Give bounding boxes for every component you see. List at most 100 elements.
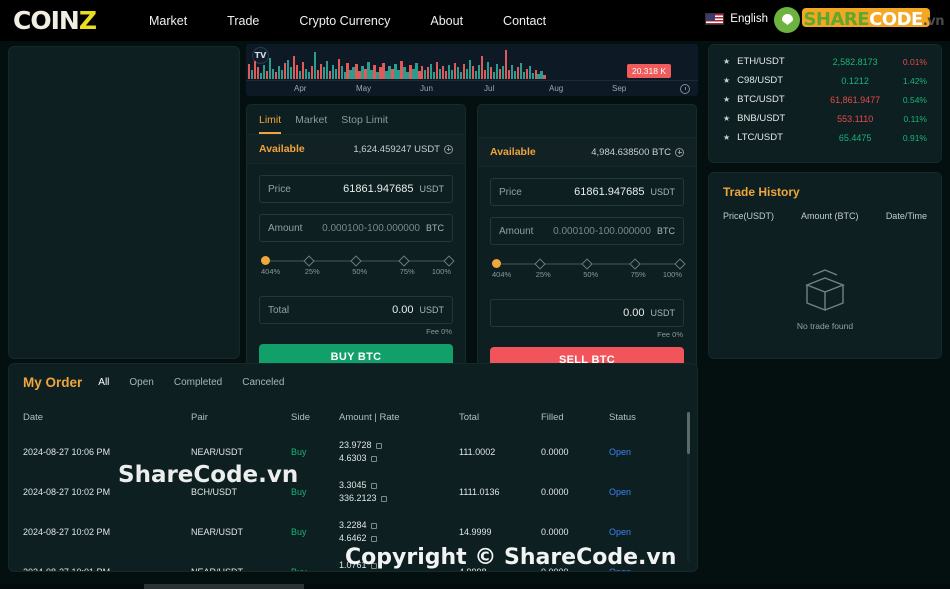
copy-icon[interactable] — [370, 522, 377, 529]
copy-icon[interactable] — [370, 535, 377, 542]
favorite-star-icon[interactable]: ★ — [723, 114, 730, 123]
copy-icon[interactable] — [380, 495, 387, 502]
table-row[interactable]: 2024-08-27 10:01 PMNEAR/USDTBuy1.07614.6… — [9, 552, 697, 571]
price-chart[interactable]: TV 20.318 K Apr May Jun Jul Aug Sep — [246, 44, 698, 96]
order-total: 14.9999 — [459, 527, 492, 538]
ticker-row[interactable]: ★ ETH/USDT 2,582.8173 0.01% — [709, 52, 941, 71]
th-date: Date — [23, 412, 44, 423]
axis-tick-sep: Sep — [612, 84, 627, 93]
buy-amount-field[interactable]: Amount 0.000100-100.000000 BTC — [259, 214, 453, 242]
buy-percent-slider[interactable]: 404% 25% 50% 75% 100% — [261, 254, 455, 276]
nav-item-crypto-currency[interactable]: Crypto Currency — [299, 14, 390, 28]
buy-amount-input[interactable]: 0.000100-100.000000 — [302, 223, 420, 234]
axis-tick-jul: Jul — [484, 84, 495, 93]
order-total: 1111.0136 — [459, 487, 500, 498]
table-row[interactable]: 2024-08-27 10:02 PM NEAR/USDT Buy 3.2284 4.6… — [9, 512, 697, 552]
favorite-star-icon[interactable]: ★ — [723, 133, 730, 142]
order-status[interactable]: Open — [609, 472, 697, 512]
ticker-row[interactable]: ★ BTC/USDT 61,861.9477 0.54% — [709, 90, 941, 109]
favorite-star-icon[interactable]: ★ — [723, 76, 730, 85]
buy-slider-handle[interactable] — [261, 256, 270, 265]
sell-price-field[interactable]: Price 61861.947685 USDT — [490, 178, 684, 206]
my-orders-panel: My Order All Open Completed Canceled Dat… — [8, 363, 698, 572]
buy-slider-mark-25[interactable] — [303, 254, 315, 267]
language-label: English — [730, 13, 768, 25]
orders-scrollbar[interactable] — [687, 412, 690, 562]
copy-icon[interactable] — [375, 442, 382, 449]
buy-price-field[interactable]: Price 61861.947685 USDT — [259, 175, 453, 203]
buy-total-field[interactable]: Total 0.00 USDT — [259, 296, 453, 324]
copy-icon[interactable] — [370, 482, 377, 489]
sell-slider-mark-25[interactable] — [534, 257, 546, 270]
nav-item-about[interactable]: About — [430, 14, 463, 28]
buy-slider-mark-50[interactable] — [350, 254, 362, 267]
th-amount-rate: Amount | Rate — [339, 412, 400, 423]
sell-slider-handle[interactable] — [492, 259, 501, 268]
filter-open[interactable]: Open — [129, 377, 153, 388]
buy-slider-label-75: 75% — [399, 267, 415, 276]
table-row[interactable]: 2024-08-27 10:06 PM NEAR/USDT Buy 23.9728 4.… — [9, 432, 697, 472]
axis-tick-apr: Apr — [294, 84, 307, 93]
sell-slider-mark-100[interactable] — [674, 257, 686, 270]
timezone-clock-icon[interactable] — [680, 84, 690, 94]
buy-total-input[interactable]: 0.00 — [289, 304, 413, 316]
order-amount: 3.3045 — [339, 479, 459, 492]
trade-center-column: TV 20.318 K Apr May Jun Jul Aug Sep Limi… — [246, 44, 698, 383]
add-funds-icon-sell[interactable] — [675, 147, 684, 157]
th-total: Total — [459, 412, 480, 423]
order-date: 2024-08-27 10:06 PM — [23, 447, 111, 458]
tab-market[interactable]: Market — [295, 114, 327, 134]
sell-percent-slider[interactable]: 404% 25% 50% 75% 100% — [492, 257, 686, 279]
order-pair: NEAR/USDT — [191, 447, 244, 458]
trade-history-panel: Trade History Price(USDT) Amount (BTC) D… — [708, 172, 942, 359]
axis-tick-jun: Jun — [420, 84, 433, 93]
main-navigation: Market Trade Crypto Currency About Conta… — [149, 14, 546, 28]
favorite-star-icon[interactable]: ★ — [723, 95, 730, 104]
sell-total-input[interactable]: 0.00 — [499, 307, 644, 319]
nav-item-market[interactable]: Market — [149, 14, 187, 28]
sell-price-input[interactable]: 61861.947685 — [522, 186, 644, 198]
order-date: 2024-08-27 10:02 PM — [23, 487, 111, 498]
sell-amount-input[interactable]: 0.000100-100.000000 — [533, 226, 651, 237]
table-row[interactable]: 2024-08-27 10:02 PM BCH/USDT Buy 3.3045 336.… — [9, 472, 697, 512]
tab-stop-limit[interactable]: Stop Limit — [341, 114, 388, 134]
page-horizontal-scrollbar[interactable] — [0, 584, 950, 589]
favorite-star-icon[interactable]: ★ — [723, 57, 730, 66]
brand-logo[interactable]: COINZ — [13, 8, 97, 33]
order-total: 111.0002 — [459, 447, 496, 458]
sell-slider-mark-75[interactable] — [629, 257, 641, 270]
ticker-price: 0.1212 — [841, 75, 869, 86]
copy-icon[interactable] — [370, 562, 377, 569]
nav-item-trade[interactable]: Trade — [227, 14, 259, 28]
order-status[interactable]: Open — [609, 432, 697, 472]
page-scrollbar-thumb[interactable] — [144, 584, 304, 589]
language-selector[interactable]: English — [705, 13, 768, 25]
ticker-row[interactable]: ★ BNB/USDT 553.1110 0.11% — [709, 109, 941, 128]
filter-completed[interactable]: Completed — [174, 377, 222, 388]
watermark-text: SHARECODE.vn — [803, 9, 944, 30]
buy-price-input[interactable]: 61861.947685 — [291, 183, 413, 195]
sell-slider-mark-50[interactable] — [581, 257, 593, 270]
chart-volume-bars — [248, 49, 648, 79]
buy-slider-mark-75[interactable] — [398, 254, 410, 267]
ticker-pair: BTC/USDT — [737, 94, 785, 105]
order-rate: 4.6303 — [339, 452, 459, 465]
order-filled: 0.0000 — [541, 447, 569, 458]
ticker-row[interactable]: ★ C98/USDT 0.1212 1.42% — [709, 71, 941, 90]
add-funds-icon[interactable] — [444, 144, 453, 154]
copy-icon[interactable] — [370, 455, 377, 462]
order-side: Buy — [291, 447, 307, 458]
ticker-row[interactable]: ★ LTC/USDT 65.4475 0.91% — [709, 128, 941, 147]
sell-total-field[interactable]: 0.00 USDT — [490, 299, 684, 327]
filter-canceled[interactable]: Canceled — [242, 377, 284, 388]
orders-scrollbar-thumb[interactable] — [687, 412, 690, 454]
filter-all[interactable]: All — [98, 377, 109, 388]
sell-amount-field[interactable]: Amount 0.000100-100.000000 BTC — [490, 217, 684, 245]
nav-item-contact[interactable]: Contact — [503, 14, 546, 28]
buy-slider-mark-100[interactable] — [443, 254, 455, 267]
order-status[interactable]: Open — [609, 552, 697, 571]
buy-total-label: Total — [268, 304, 290, 316]
tab-limit[interactable]: Limit — [259, 114, 282, 134]
order-status[interactable]: Open — [609, 512, 697, 552]
empty-box-icon — [805, 269, 845, 312]
